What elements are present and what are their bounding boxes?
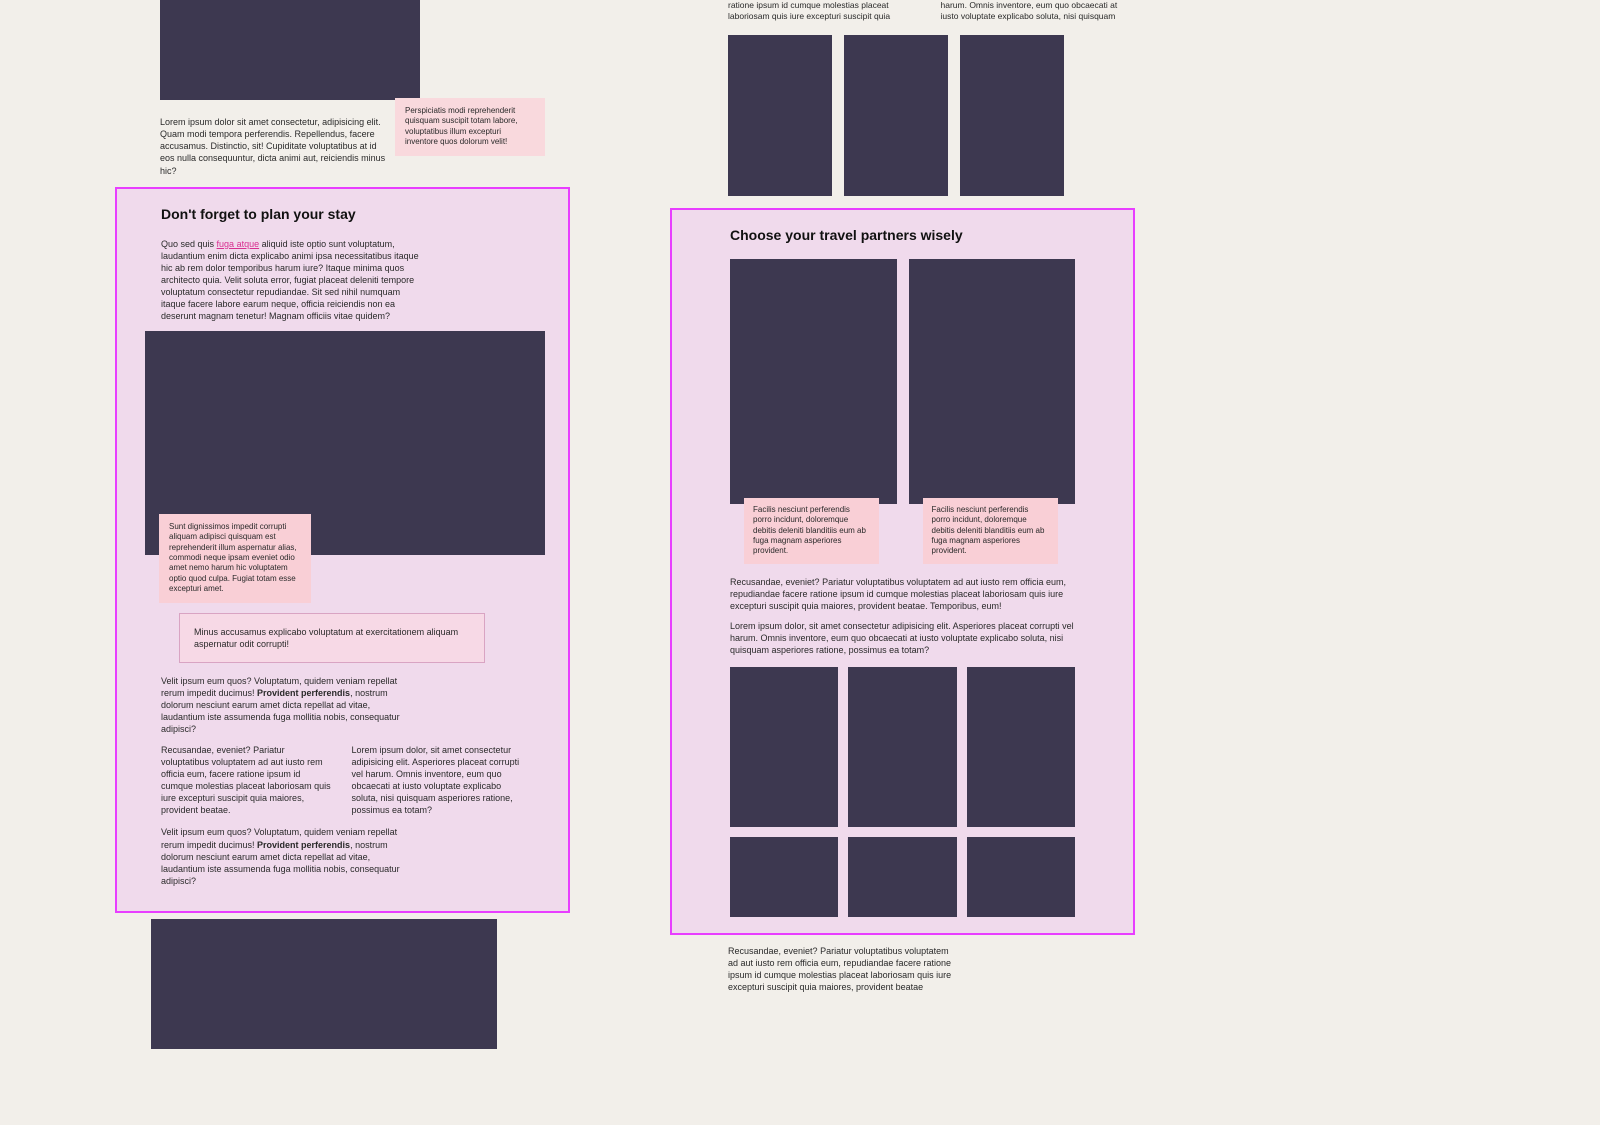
grid-image bbox=[730, 667, 838, 827]
column-text-a: ratione ipsum id cumque molestias placea… bbox=[728, 0, 923, 23]
figure-caption-note: Facilis nesciunt perferendis porro incid… bbox=[923, 498, 1058, 564]
highlighted-section-plan-stay: Don't forget to plan your stay Quo sed q… bbox=[115, 187, 570, 913]
section-heading: Don't forget to plan your stay bbox=[161, 205, 524, 224]
figure-caption-note: Sunt dignissimos impedit corrupti aliqua… bbox=[159, 514, 311, 603]
figure-caption-note: Perspiciatis modi reprehenderit quisquam… bbox=[395, 98, 545, 156]
intro-paragraph: Lorem ipsum dolor sit amet consectetur, … bbox=[160, 100, 390, 177]
strip-image bbox=[967, 837, 1075, 917]
pair-image-left bbox=[730, 259, 897, 504]
body-paragraph: Recusandae, eveniet? Pariatur voluptatib… bbox=[670, 935, 960, 994]
thumbnail-image bbox=[844, 35, 948, 196]
body-paragraph: Lorem ipsum dolor, sit amet consectetur … bbox=[730, 620, 1075, 656]
grid-image bbox=[848, 667, 956, 827]
section-heading: Choose your travel partners wisely bbox=[730, 226, 1075, 245]
colorful-houses-image bbox=[151, 919, 497, 1049]
column-text-b: harum. Omnis inventore, eum quo obcaecat… bbox=[941, 0, 1136, 23]
column-text-b: Lorem ipsum dolor, sit amet consectetur … bbox=[352, 744, 525, 817]
thumbnail-row bbox=[670, 35, 1064, 196]
body-paragraph: Recusandae, eveniet? Pariatur voluptatib… bbox=[730, 576, 1075, 612]
thumbnail-image bbox=[960, 35, 1064, 196]
pair-image-right bbox=[909, 259, 1076, 504]
strip-image bbox=[848, 837, 956, 917]
thumbnail-image bbox=[728, 35, 832, 196]
grid-image bbox=[967, 667, 1075, 827]
inline-link[interactable]: fuga atque bbox=[217, 239, 260, 249]
highlighted-section-travel-partners: Choose your travel partners wisely Facil… bbox=[670, 208, 1135, 935]
column-text-a: Recusandae, eveniet? Pariatur voluptatib… bbox=[161, 744, 334, 817]
strip-image bbox=[730, 837, 838, 917]
hero-image-left bbox=[160, 0, 420, 100]
figure-caption-note: Facilis nesciunt perferendis porro incid… bbox=[744, 498, 879, 564]
thumbnail-strip bbox=[730, 837, 1075, 917]
section-paragraph: Quo sed quis fuga atque aliquid iste opt… bbox=[161, 238, 421, 323]
blockquote: Minus accusamus explicabo voluptatum at … bbox=[179, 613, 485, 663]
body-paragraph: Velit ipsum eum quos? Voluptatum, quidem… bbox=[161, 675, 411, 736]
body-paragraph: Velit ipsum eum quos? Voluptatum, quidem… bbox=[161, 826, 411, 887]
thumbnail-grid bbox=[730, 667, 1075, 827]
